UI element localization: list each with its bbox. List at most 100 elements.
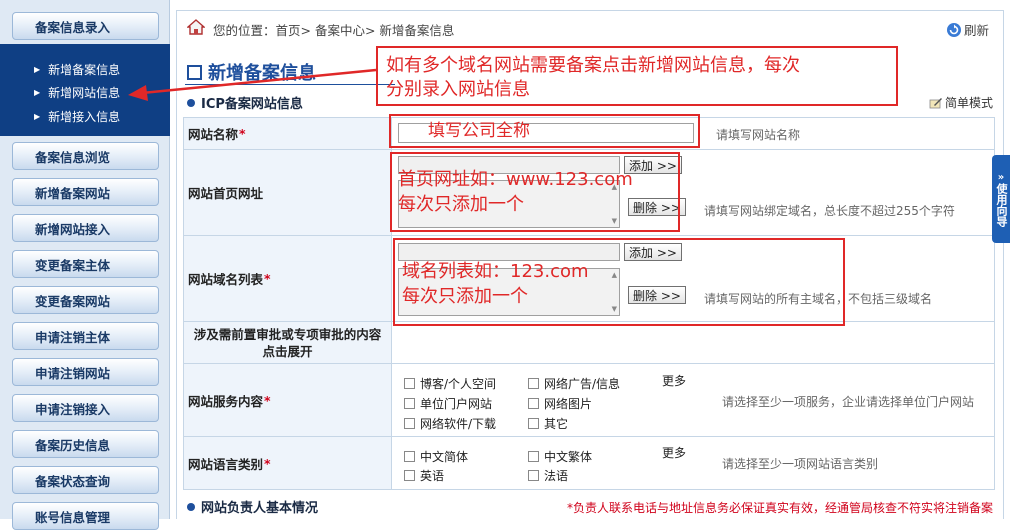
- service-option-label: 博客/个人空间: [420, 377, 497, 391]
- sidebar-item-change-site[interactable]: 变更备案网站: [12, 286, 159, 314]
- sidebar-item-cancel-access[interactable]: 申请注销接入: [12, 394, 159, 422]
- languages-hint: 请选择至少一项网站语言类别: [722, 457, 879, 471]
- sidebar-item-cancel-subject[interactable]: 申请注销主体: [12, 322, 159, 350]
- annotation-domain-line1: 域名列表如：123.com: [402, 261, 589, 282]
- checkbox[interactable]: [404, 378, 415, 389]
- guide-tab[interactable]: » 使用向导: [992, 155, 1010, 243]
- homepage-label-text: 网站首页网址: [188, 186, 264, 201]
- service-option-portal[interactable]: 单位门户网站: [404, 395, 492, 412]
- service-option-label: 单位门户网站: [420, 397, 493, 411]
- page-title: 新增备案信息: [187, 59, 316, 85]
- checkbox[interactable]: [404, 418, 415, 429]
- annotation-multi-site-line2: 分别录入网站信息: [386, 79, 530, 100]
- refresh-label: 刷新: [963, 23, 989, 38]
- annotation-site-name-text: 填写公司全称: [428, 121, 530, 141]
- section-icp-title: ICP备案网站信息: [187, 93, 303, 112]
- service-option-ads[interactable]: 网络广告/信息: [528, 375, 620, 392]
- annotation-homepage-line2: 每次只添加一个: [398, 194, 524, 215]
- section-icp-text: ICP备案网站信息: [201, 97, 303, 112]
- row-pre-approval[interactable]: 涉及需前置审批或专项审批的内容 点击展开: [183, 321, 995, 363]
- services-more-link[interactable]: 更多: [662, 372, 686, 389]
- sidebar-subitem-new-access[interactable]: ▶ 新增接入信息: [34, 108, 120, 125]
- services-label-text: 网站服务内容: [188, 393, 264, 409]
- pre-approval-line1: 涉及需前置审批或专项审批的内容: [193, 326, 382, 342]
- required-mark: *: [239, 126, 246, 141]
- checkbox[interactable]: [404, 470, 415, 481]
- pre-approval-expand[interactable]: 点击展开: [194, 343, 382, 360]
- triangle-right-icon: ▶: [34, 112, 41, 121]
- checkbox[interactable]: [528, 398, 539, 409]
- pre-approval-label[interactable]: 涉及需前置审批或专项审批的内容 点击展开: [184, 322, 392, 363]
- square-icon: [187, 64, 202, 80]
- service-option-images[interactable]: 网络图片: [528, 395, 592, 412]
- services-hint: 请选择至少一项服务，企业请选择单位门户网站: [722, 395, 975, 409]
- sidebar-item-new-record-site[interactable]: 新增备案网站: [12, 178, 159, 206]
- language-option-fr[interactable]: 法语: [528, 467, 568, 484]
- sidebar-item-record-browse[interactable]: 备案信息浏览: [12, 142, 159, 170]
- bullet-icon: [187, 502, 195, 511]
- sidebar-subitem-label: 新增备案信息: [48, 63, 121, 77]
- refresh-button[interactable]: 刷新: [946, 20, 989, 39]
- homepage-hint: 请填写网站绑定域名，总长度不超过255个字符: [704, 204, 955, 218]
- service-option-label: 网络软件/下载: [420, 417, 497, 431]
- sidebar-item-account[interactable]: 账号信息管理: [12, 502, 159, 530]
- required-mark: *: [264, 271, 271, 286]
- language-option-en[interactable]: 英语: [404, 467, 444, 484]
- sidebar-subitem-label: 新增接入信息: [48, 110, 121, 124]
- simple-mode-link[interactable]: 简单模式: [929, 94, 993, 111]
- guide-tab-label: 使用向导: [995, 182, 1008, 227]
- service-option-label: 网络图片: [544, 397, 593, 411]
- required-mark: *: [264, 392, 271, 408]
- row-services: 网站服务内容 * 博客/个人空间 网络广告/信息 单位门户网站 网络图片 网络软件…: [183, 363, 995, 436]
- sidebar-item-record-entry[interactable]: 备案信息录入: [12, 12, 159, 40]
- triangle-right-icon: ▶: [34, 88, 41, 97]
- service-option-blog[interactable]: 博客/个人空间: [404, 375, 496, 392]
- languages-more-link[interactable]: 更多: [662, 444, 686, 461]
- home-icon: [187, 19, 205, 35]
- checkbox[interactable]: [528, 451, 539, 462]
- service-option-other[interactable]: 其它: [528, 415, 568, 432]
- language-option-label: 中文简体: [420, 450, 469, 464]
- sidebar-subitem-new-site[interactable]: ▶ 新增网站信息: [34, 84, 120, 101]
- sidebar-subitem-label: 新增网站信息: [48, 86, 121, 100]
- sidebar-subitem-new-record[interactable]: ▶ 新增备案信息: [34, 61, 120, 78]
- sidebar-item-record-history[interactable]: 备案历史信息: [12, 430, 159, 458]
- language-option-label: 法语: [544, 469, 569, 483]
- sidebar-item-new-site-access[interactable]: 新增网站接入: [12, 214, 159, 242]
- breadcrumb-bar: 您的位置：首页> 备案中心> 新增备案信息 刷新: [177, 11, 1003, 43]
- section-owner-title: 网站负责人基本情况: [187, 497, 318, 516]
- checkbox[interactable]: [528, 378, 539, 389]
- annotation-homepage-line1: 首页网址如：www.123.com: [398, 169, 633, 190]
- site-name-hint: 请填写网站名称: [716, 128, 801, 142]
- domain-list-label: 网站域名列表 *: [184, 236, 392, 321]
- language-option-zh-hans[interactable]: 中文简体: [404, 448, 468, 465]
- service-option-label: 网络广告/信息: [544, 377, 621, 391]
- annotation-multi-site-line1: 如有多个域名网站需要备案点击新增网站信息，每次: [386, 55, 800, 76]
- language-option-zh-hant[interactable]: 中文繁体: [528, 448, 592, 465]
- languages-label: 网站语言类别 *: [184, 437, 392, 489]
- title-underline: [185, 84, 395, 85]
- breadcrumb: 您的位置：首页> 备案中心> 新增备案信息: [213, 23, 455, 38]
- checkbox[interactable]: [404, 398, 415, 409]
- service-option-label: 其它: [544, 417, 569, 431]
- checkbox[interactable]: [528, 418, 539, 429]
- service-option-software[interactable]: 网络软件/下载: [404, 415, 496, 432]
- annotation-homepage-box: [390, 152, 680, 232]
- triangle-right-icon: ▶: [34, 65, 41, 74]
- sidebar: 备案信息录入 ▶ 新增备案信息 ▶ 新增网站信息 ▶ 新增接入信息 备案信息浏览…: [0, 0, 170, 530]
- page-title-text: 新增备案信息: [208, 63, 316, 84]
- domain-list-label-text: 网站域名列表: [188, 272, 264, 287]
- checkbox[interactable]: [528, 470, 539, 481]
- sidebar-item-cancel-site[interactable]: 申请注销网站: [12, 358, 159, 386]
- guide-tab-icon: »: [997, 171, 1005, 183]
- sidebar-item-status-query[interactable]: 备案状态查询: [12, 466, 159, 494]
- required-mark: *: [264, 455, 271, 471]
- sidebar-item-change-subject[interactable]: 变更备案主体: [12, 250, 159, 278]
- refresh-icon: [946, 22, 961, 37]
- site-name-label: 网站名称 *: [184, 118, 392, 149]
- homepage-label: 网站首页网址: [184, 150, 392, 235]
- annotation-domain-line2: 每次只添加一个: [402, 286, 528, 307]
- language-option-label: 中文繁体: [544, 450, 593, 464]
- section-owner-text: 网站负责人基本情况: [201, 501, 319, 516]
- checkbox[interactable]: [404, 451, 415, 462]
